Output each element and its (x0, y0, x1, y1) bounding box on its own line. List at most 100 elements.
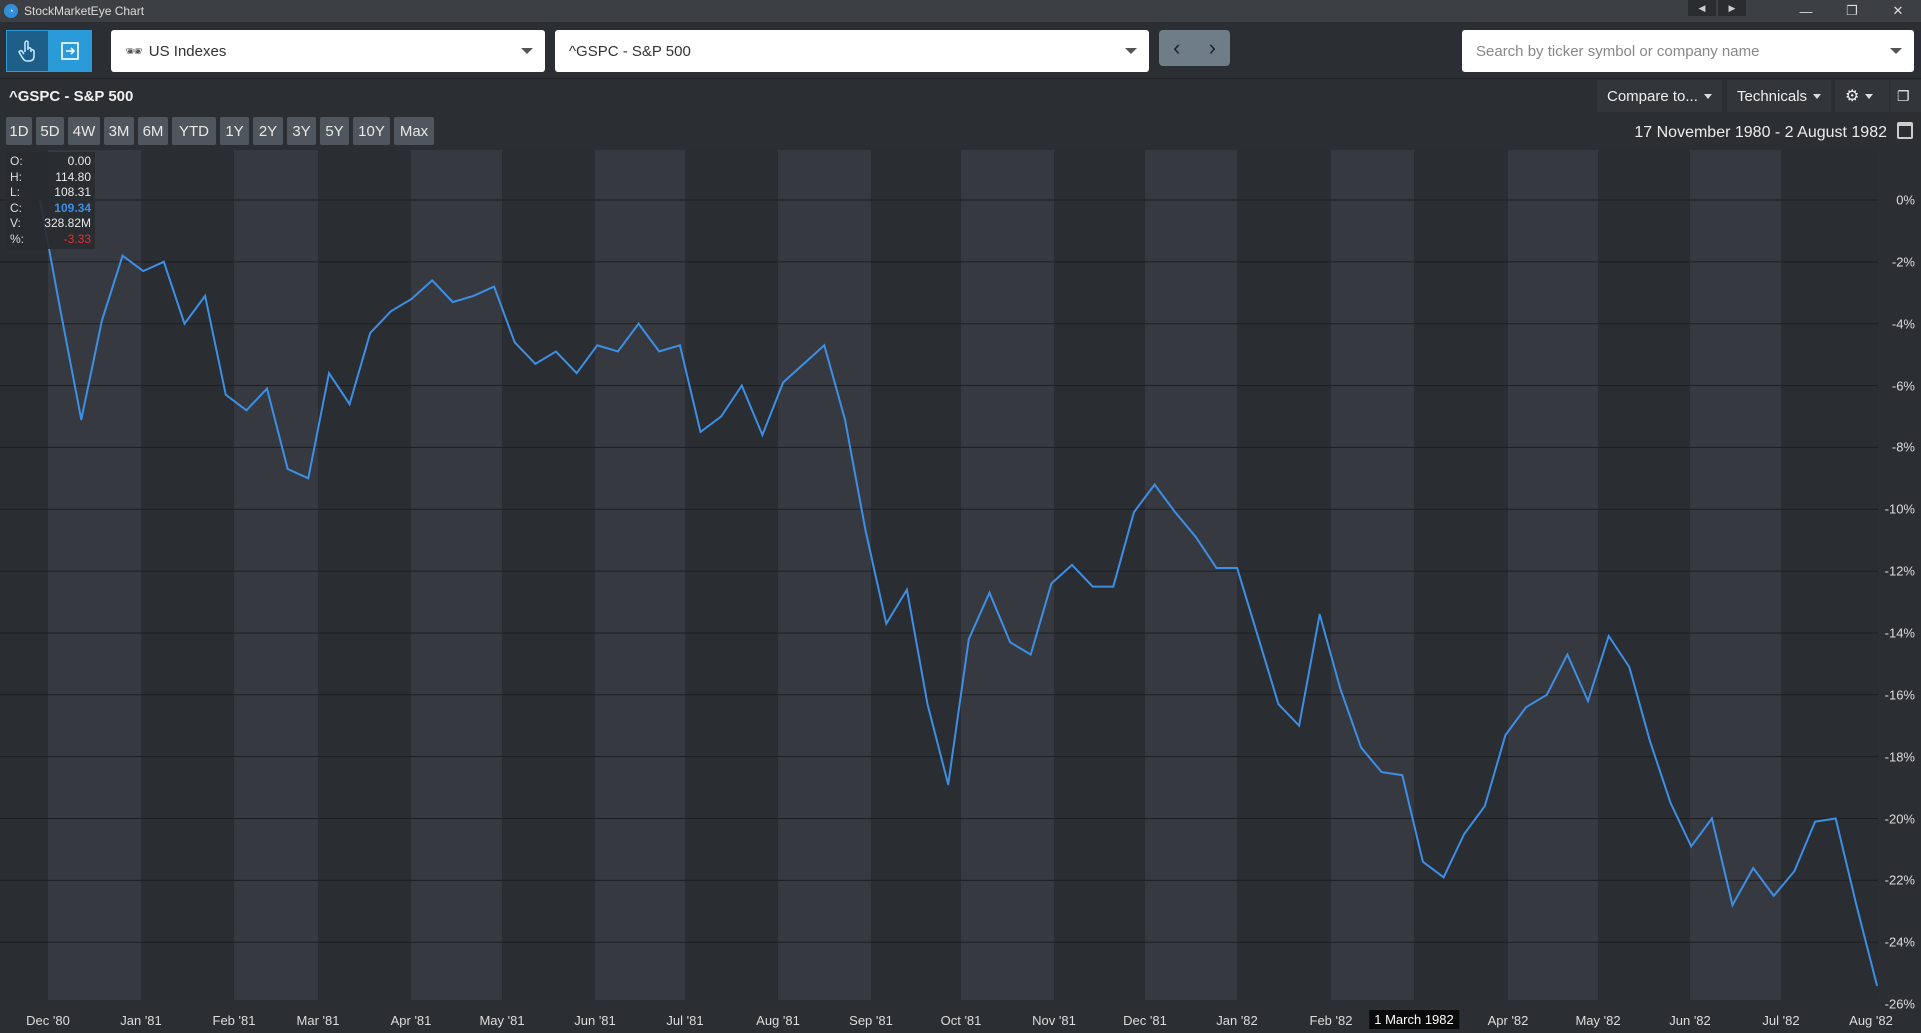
y-tick-label: -26% (1884, 996, 1915, 1012)
app-window: ◔ StockMarketEye Chart ◀ ▶ — ❐ ✕ 🕶 US In… (0, 0, 1921, 1033)
technicals-button[interactable]: Technicals (1727, 80, 1832, 112)
y-tick-label: -8% (1891, 439, 1915, 455)
settings-button[interactable]: ⚙ (1835, 80, 1889, 112)
series-point (1195, 536, 1197, 538)
y-tick-label: -20% (1884, 811, 1915, 826)
ohlc-value: 328.82M (44, 216, 91, 230)
series-point (1318, 613, 1321, 616)
series-point (1153, 483, 1156, 486)
window-title: StockMarketEye Chart (24, 4, 145, 18)
y-tick-label: -22% (1884, 872, 1915, 888)
series-point (1484, 805, 1486, 807)
y-tick-label: -10% (1884, 501, 1915, 517)
watchlist-select[interactable]: 🕶 US Indexes (111, 30, 545, 72)
series-point (679, 344, 681, 347)
series-point (1752, 867, 1754, 869)
x-tick-label: Sep '81 (849, 1013, 893, 1028)
ohlc-row: L: 108.31 (10, 185, 91, 201)
series-point (1215, 567, 1218, 569)
month-band (1145, 150, 1237, 1000)
date-range: 17 November 1980 - 2 August 1982 (1634, 124, 1887, 141)
ohlc-key: L: (10, 185, 21, 199)
series-point (286, 468, 289, 470)
series-point (947, 783, 949, 786)
range-button-max[interactable]: Max (394, 117, 434, 145)
close-icon[interactable]: ✕ (1875, 0, 1921, 22)
series-point (369, 332, 372, 334)
series-point (80, 418, 83, 421)
expand-arrow-icon (61, 42, 79, 60)
x-tick-label: Jun '82 (1669, 1013, 1711, 1028)
ohlc-row: O: 0.00 (10, 154, 91, 170)
x-tick-label: Mar '81 (296, 1013, 340, 1028)
zoom-mode-button[interactable] (48, 30, 92, 72)
symbol-select[interactable]: ^GSPC - S&P 500 (555, 30, 1149, 72)
series-point (906, 588, 908, 591)
ohlc-info-box: O: 0.00 H: 114.80 L: 108.31 C: 109.34 V: 328.82M%… (6, 152, 95, 249)
series-point (1112, 585, 1115, 588)
y-tick-label: -16% (1884, 687, 1915, 703)
previous-symbol-button[interactable]: ‹ (1159, 30, 1195, 66)
range-button-1d[interactable]: 1D (6, 117, 32, 145)
caret-down-icon (1865, 93, 1874, 99)
range-button-ytd[interactable]: YTD (172, 117, 216, 145)
x-tick-label: Aug '82 (1849, 1013, 1893, 1028)
series-point (204, 295, 206, 297)
range-button-3m[interactable]: 3M (104, 117, 134, 145)
hand-pointer-icon (18, 40, 35, 62)
series-point (1855, 904, 1858, 906)
calendar-icon[interactable] (1897, 122, 1913, 139)
series-point (183, 322, 186, 325)
series-point (802, 363, 805, 365)
series-point (142, 270, 144, 272)
series-point (1814, 820, 1816, 823)
series-point (1504, 734, 1507, 736)
series-point (1690, 845, 1692, 848)
restore-icon[interactable]: ❐ (1829, 0, 1875, 22)
x-tick-label: Jan '81 (120, 1013, 162, 1028)
series-point (1009, 641, 1011, 643)
range-button-1y[interactable]: 1Y (220, 117, 249, 145)
search-input[interactable]: Search by ticker symbol or company name (1462, 30, 1914, 72)
series-point (1257, 635, 1259, 637)
range-button-3y[interactable]: 3Y (287, 117, 316, 145)
x-tick-label: Aug '81 (756, 1013, 800, 1028)
series-point (596, 344, 599, 347)
titlebar-back-icon[interactable]: ◀ (1688, 0, 1716, 16)
range-button-5y[interactable]: 5Y (320, 117, 349, 145)
series-point (452, 301, 454, 303)
series-point (1298, 724, 1300, 727)
titlebar-forward-icon[interactable]: ▶ (1718, 0, 1746, 16)
pointer-mode-button[interactable] (6, 30, 50, 72)
window-controls: — ❐ ✕ (1783, 0, 1921, 22)
range-button-5d[interactable]: 5D (36, 117, 64, 145)
minimize-icon[interactable]: — (1783, 0, 1829, 22)
x-tick-label: Feb '82 (1309, 1013, 1353, 1028)
range-buttons: 1D 5D 4W 3M 6M YTD 1Y 2Y 3Y 5Y 10Y Max (6, 117, 438, 145)
chevron-down-icon (521, 48, 533, 54)
series-point (1442, 876, 1445, 879)
month-band (318, 150, 411, 1000)
series-point (1566, 653, 1569, 656)
window-restore-icon: ❐ (1897, 87, 1910, 104)
chevron-down-icon (1890, 48, 1902, 54)
x-tick-label: May '81 (479, 1013, 525, 1028)
range-button-6m[interactable]: 6M (138, 117, 168, 145)
series-point (307, 477, 310, 480)
chevron-down-icon (1125, 48, 1137, 54)
next-symbol-button[interactable]: › (1195, 30, 1231, 66)
series-point (1174, 511, 1176, 514)
ohlc-row: V: 328.82M (10, 216, 91, 232)
price-chart[interactable] (0, 150, 1921, 1000)
compare-label: Compare to... (1607, 87, 1698, 105)
month-band (1508, 150, 1598, 1000)
series-point (1628, 666, 1631, 668)
range-button-4w[interactable]: 4W (68, 117, 100, 145)
series-point (1711, 817, 1713, 820)
popout-button[interactable]: ❐ (1891, 80, 1921, 112)
range-button-10y[interactable]: 10Y (353, 117, 390, 145)
range-button-2y[interactable]: 2Y (253, 117, 283, 145)
x-tick-label: Apr '82 (1487, 1013, 1529, 1028)
compare-button[interactable]: Compare to... (1597, 80, 1722, 112)
ohlc-key: %: (10, 231, 25, 246)
